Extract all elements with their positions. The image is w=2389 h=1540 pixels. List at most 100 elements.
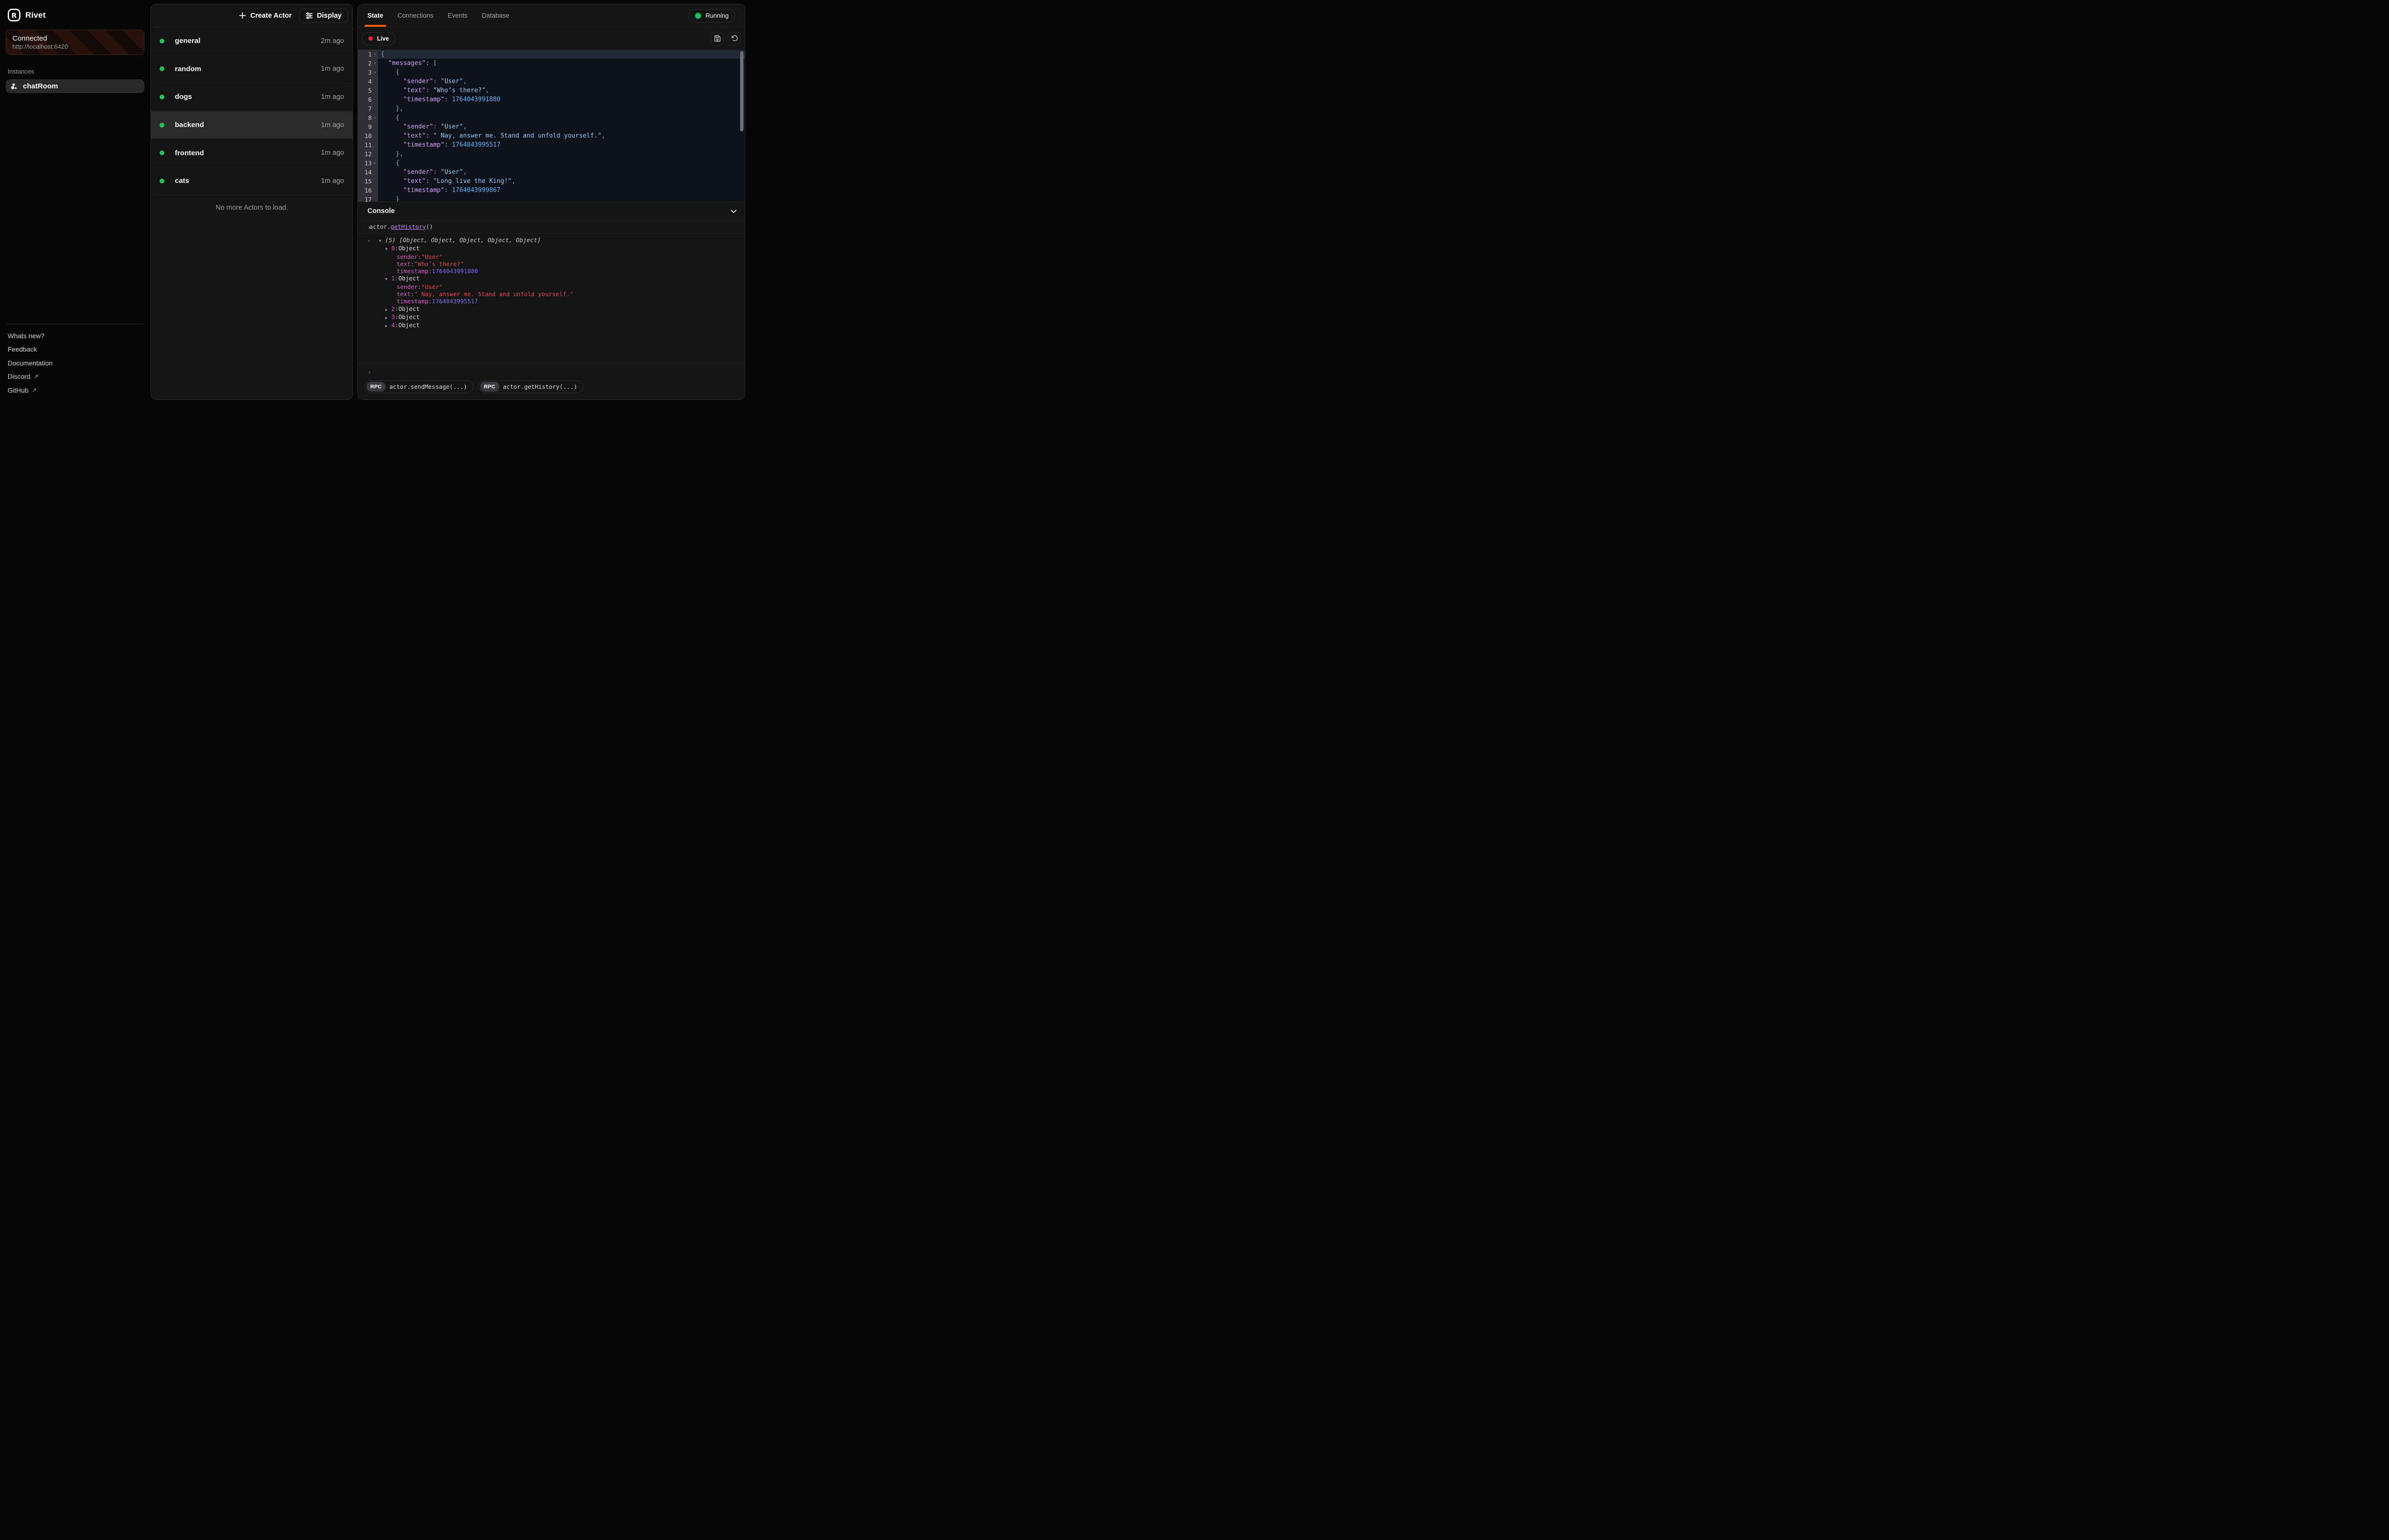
token: , [512, 178, 516, 185]
console-token: " Nay, answer me. Stand and unfold yours… [414, 291, 573, 298]
token: : [433, 78, 441, 85]
actor-row-cats[interactable]: cats1m ago [151, 167, 353, 195]
actor-row-general[interactable]: general2m ago [151, 27, 353, 55]
code-line[interactable]: 17 } [358, 195, 745, 202]
expanded-triangle-icon[interactable]: ▼ [379, 238, 385, 245]
code-content: "messages": [ [378, 59, 745, 68]
rpc-suggestion-button[interactable]: RPCactor.getHistory(...) [478, 380, 583, 393]
console-tree-line[interactable]: ▼0: Object [358, 245, 745, 253]
collapsed-triangle-icon[interactable]: ▶ [385, 315, 391, 322]
sidebar-footer-link-documentation[interactable]: Documentation [8, 356, 142, 370]
collapsed-triangle-icon[interactable]: ▶ [385, 323, 391, 330]
fold-chevron-icon[interactable]: ▾ [372, 59, 378, 68]
code-line[interactable]: 11 "timestamp": 1764043995517 [358, 140, 745, 150]
console-tree-line[interactable]: sender: "User" [358, 254, 745, 261]
console-token: 1764043991880 [432, 268, 478, 275]
collapsed-triangle-icon[interactable]: ▶ [385, 307, 391, 314]
create-actor-label: Create Actor [250, 12, 292, 20]
actor-row-backend[interactable]: backend1m ago [151, 111, 353, 139]
fold-chevron-icon[interactable]: ▾ [372, 68, 378, 77]
editor-scrollbar[interactable] [740, 51, 743, 131]
sidebar-footer-link-whats-new-[interactable]: Whats new? [8, 329, 142, 343]
code-line[interactable]: 7 }, [358, 104, 745, 113]
console-header[interactable]: Console [358, 202, 745, 220]
line-number: 8 [358, 113, 372, 122]
code-line[interactable]: 2▾ "messages": [ [358, 59, 745, 68]
code-content: }, [378, 104, 745, 113]
console-tree-line[interactable]: ▶3: Object [358, 314, 745, 322]
code-line[interactable]: 14 "sender": "User", [358, 168, 745, 177]
token: : [433, 123, 441, 130]
console-token: Object [398, 275, 420, 282]
line-number: 10 [358, 131, 372, 140]
expanded-triangle-icon[interactable]: ▼ [385, 246, 391, 253]
chevron-down-icon [730, 208, 737, 215]
tab-database[interactable]: Database [482, 4, 509, 27]
save-icon [714, 35, 721, 42]
sidebar-footer-link-github[interactable]: GitHub↗ [8, 384, 142, 397]
console-tree-line[interactable]: timestamp: 1764043991880 [358, 268, 745, 275]
console-tree-line[interactable]: text: "Who’s there?" [358, 261, 745, 268]
code-line[interactable]: 12 }, [358, 150, 745, 159]
tab-state[interactable]: State [367, 4, 383, 27]
state-json-editor[interactable]: 1▾{2▾ "messages": [3▾ {4 "sender": "User… [358, 50, 745, 202]
console-tree-line[interactable]: ▶4: Object [358, 322, 745, 330]
token [381, 132, 403, 139]
sidebar-footer-link-discord[interactable]: Discord↗ [8, 370, 142, 384]
rpc-suggestion-button[interactable]: RPCactor.sendMessage(...) [365, 380, 473, 393]
actor-status-dot [160, 66, 164, 71]
create-actor-button[interactable]: Create Actor [234, 9, 297, 22]
command-token: getHistory [390, 224, 426, 230]
console-tree-line[interactable]: text: " Nay, answer me. Stand and unfold… [358, 291, 745, 298]
code-line[interactable]: 9 "sender": "User", [358, 122, 745, 131]
instance-name: chatRoom [23, 82, 58, 90]
active-tab-underline [365, 25, 386, 27]
console-tree-line[interactable]: ▼1: Object [358, 275, 745, 283]
console-token: Object [398, 314, 420, 321]
code-line[interactable]: 13▾ { [358, 159, 745, 168]
console-command-history-row[interactable]: › actor.getHistory() [358, 220, 745, 234]
token [381, 169, 403, 176]
sidebar-item-chatroom[interactable]: chatRoom [6, 79, 144, 93]
fold-chevron-icon[interactable]: ▾ [372, 50, 378, 59]
live-badge[interactable]: Live [362, 32, 396, 45]
code-line[interactable]: 5 "text": "Who’s there?", [358, 86, 745, 95]
actor-row-dogs[interactable]: dogs1m ago [151, 83, 353, 111]
code-line[interactable]: 6 "timestamp": 1764043991880 [358, 95, 745, 104]
token [381, 78, 403, 85]
code-line[interactable]: 4 "sender": "User", [358, 77, 745, 86]
token: "sender" [403, 78, 433, 85]
actor-row-random[interactable]: random1m ago [151, 55, 353, 84]
console-tree-line[interactable]: sender: "User" [358, 284, 745, 291]
display-button[interactable]: Display [299, 9, 348, 23]
code-line[interactable]: 1▾{ [358, 50, 745, 59]
token: : [426, 178, 433, 185]
actor-row-frontend[interactable]: frontend1m ago [151, 139, 353, 167]
code-line[interactable]: 10 "text": " Nay, answer me. Stand and u… [358, 131, 745, 140]
rotate-ccw-icon [731, 35, 738, 42]
code-line[interactable]: 15 "text": "Long live the King!", [358, 177, 745, 186]
console-tree-line[interactable]: ▶2: Object [358, 306, 745, 314]
code-line[interactable]: 3▾ { [358, 68, 745, 77]
code-line[interactable]: 16 "timestamp": 1764043999867 [358, 186, 745, 195]
line-number: 11 [358, 140, 372, 150]
console-token: : [411, 261, 414, 268]
result-prefix-icon: ‹ [367, 237, 371, 245]
actor-name: dogs [175, 93, 192, 101]
fold-chevron-icon[interactable]: ▾ [372, 159, 378, 168]
fold-chevron-icon[interactable]: ▾ [372, 113, 378, 122]
tab-connections[interactable]: Connections [398, 4, 433, 27]
console-input-row[interactable]: › [358, 363, 745, 380]
tab-events[interactable]: Events [448, 4, 467, 27]
reset-state-button[interactable] [728, 32, 741, 45]
line-number-gutter: 11 [358, 140, 378, 150]
line-number: 16 [358, 186, 372, 195]
console-tree-line[interactable]: timestamp: 1764043995517 [358, 298, 745, 305]
sidebar-footer-link-feedback[interactable]: Feedback [8, 342, 142, 356]
code-line[interactable]: 8▾ { [358, 113, 745, 122]
expanded-triangle-icon[interactable]: ▼ [385, 276, 391, 283]
save-state-button[interactable] [710, 32, 724, 45]
display-label: Display [317, 12, 342, 20]
running-status-label: Running [706, 12, 729, 19]
console-tree-line[interactable]: ▼(5) [Object, Object, Object, Object, Ob… [358, 237, 745, 245]
